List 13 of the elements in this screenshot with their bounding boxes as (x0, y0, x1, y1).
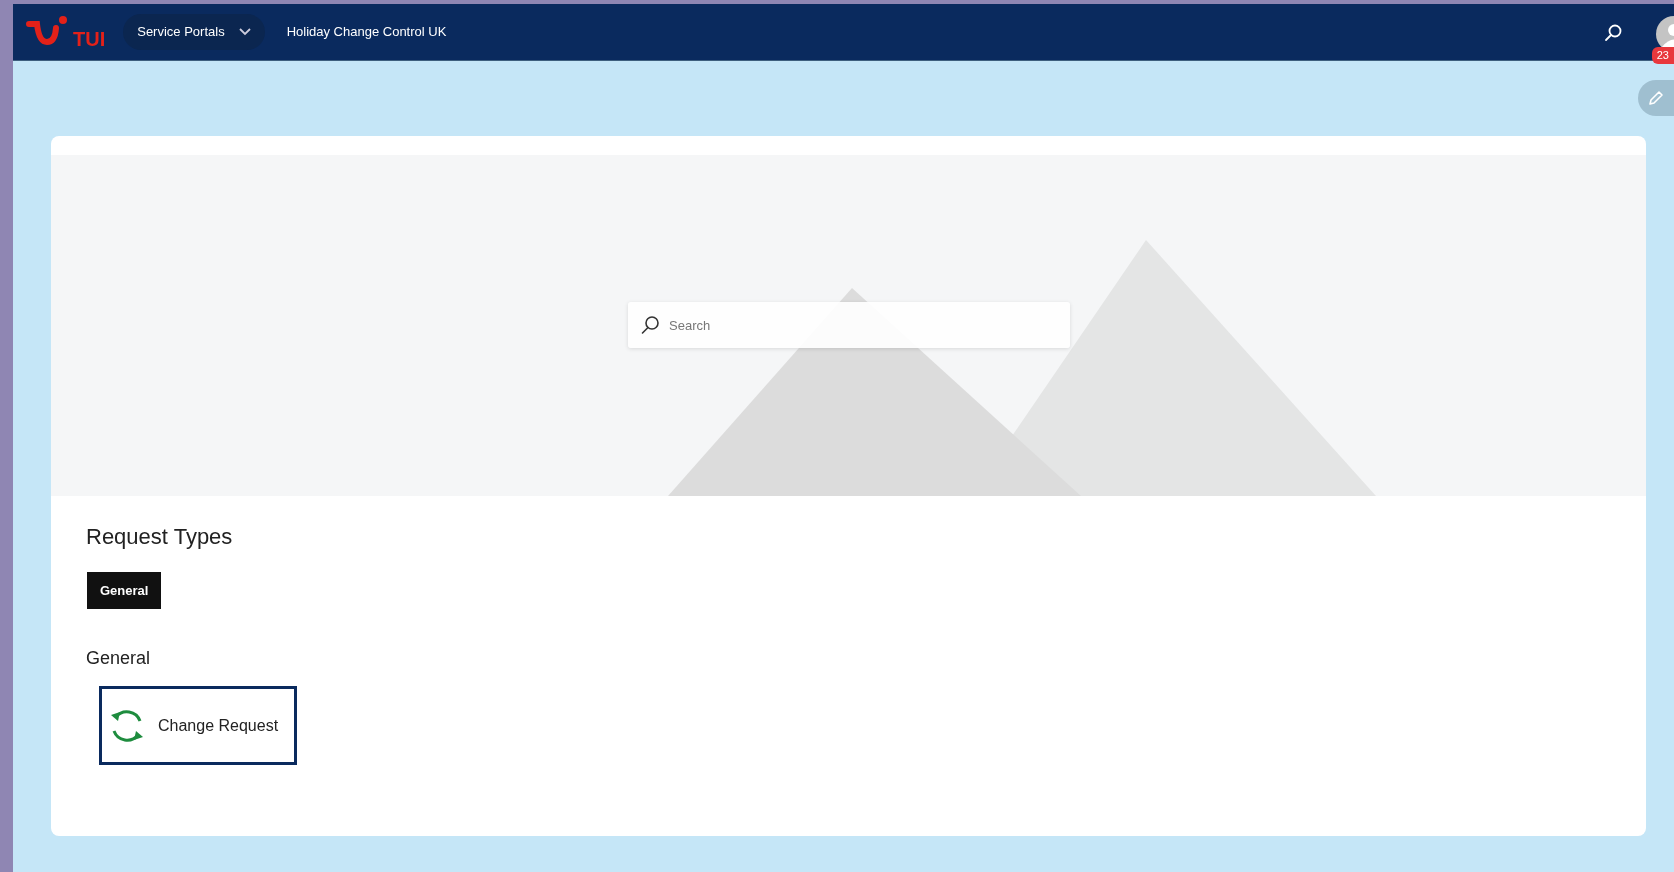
chevron-icon (238, 28, 251, 36)
pencil-icon (1647, 89, 1665, 107)
logo-text: TUI (73, 29, 106, 49)
nav-link[interactable]: Holiday Change Control UK (286, 22, 447, 42)
search-field[interactable]: Search (628, 302, 1070, 348)
group-heading: General (86, 649, 152, 667)
category-tab[interactable]: General (87, 572, 162, 609)
section-title: Request Types (86, 526, 234, 548)
notification-badge: 23 (1651, 47, 1674, 64)
search-icon (640, 315, 660, 335)
request-type-tile[interactable]: Change Request (99, 686, 297, 765)
nav-dropdown[interactable]: Service Portals (123, 14, 265, 50)
search-icon[interactable] (1604, 24, 1622, 42)
